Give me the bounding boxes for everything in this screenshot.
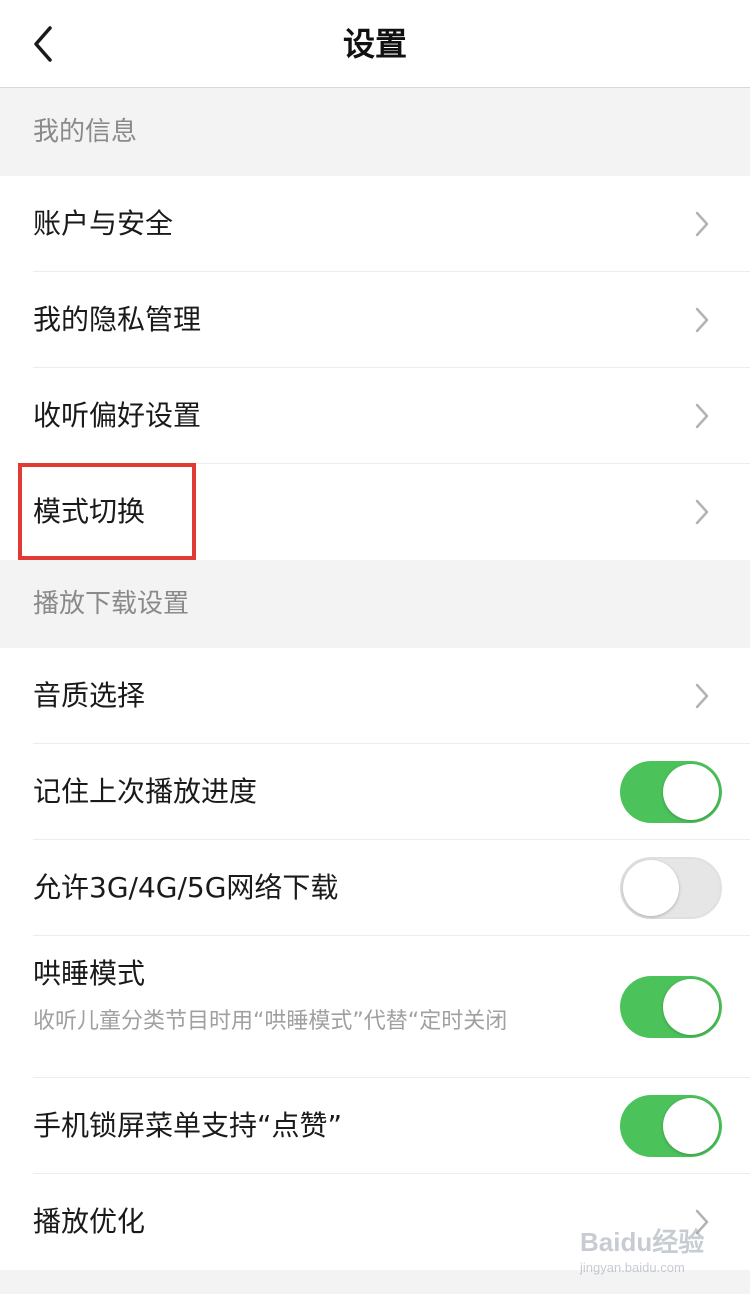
settings-item-mobile-download: 允许3G/4G/5G网络下载 bbox=[0, 840, 750, 936]
mobile-download-toggle[interactable] bbox=[620, 857, 722, 919]
settings-item-lockscreen-like: 手机锁屏菜单支持“点赞” bbox=[0, 1078, 750, 1174]
section-header-playback: 播放下载设置 bbox=[0, 560, 750, 648]
settings-item-label: 我的隐私管理 bbox=[33, 303, 202, 336]
remember-progress-toggle[interactable] bbox=[620, 761, 722, 823]
settings-item-account-security[interactable]: 账户与安全 bbox=[0, 176, 750, 272]
page-title: 设置 bbox=[342, 25, 407, 63]
settings-item-label: 音质选择 bbox=[33, 679, 146, 712]
toggle-knob bbox=[663, 764, 719, 820]
settings-item-sleep-mode: 哄睡模式 收听儿童分类节目时用“哄睡模式”代替“定时关闭 bbox=[0, 936, 750, 1078]
toggle-knob bbox=[623, 860, 679, 916]
settings-item-label: 播放优化 bbox=[33, 1205, 146, 1238]
section-header-my-info: 我的信息 bbox=[0, 88, 750, 176]
settings-item-label: 模式切换 bbox=[33, 495, 146, 528]
settings-group-playback: 音质选择 记住上次播放进度 允许3G/4G/5G网络下载 哄睡模式 收听儿童分类… bbox=[0, 648, 750, 1270]
chevron-right-icon bbox=[695, 403, 709, 429]
settings-item-label: 收听偏好设置 bbox=[33, 399, 202, 432]
nav-bar: 设置 bbox=[0, 0, 750, 88]
toggle-knob bbox=[663, 1098, 719, 1154]
settings-group-my-info: 账户与安全 我的隐私管理 收听偏好设置 模式切换 bbox=[0, 176, 750, 560]
settings-item-label: 账户与安全 bbox=[33, 207, 174, 240]
chevron-right-icon bbox=[695, 499, 709, 525]
toggle-knob bbox=[663, 979, 719, 1035]
settings-item-privacy[interactable]: 我的隐私管理 bbox=[0, 272, 750, 368]
settings-item-mode-switch[interactable]: 模式切换 bbox=[0, 464, 750, 560]
settings-item-label: 哄睡模式 bbox=[33, 957, 146, 990]
settings-item-description: 收听儿童分类节目时用“哄睡模式”代替“定时关闭 bbox=[33, 1009, 508, 1034]
chevron-right-icon bbox=[695, 211, 709, 237]
settings-item-remember-progress: 记住上次播放进度 bbox=[0, 744, 750, 840]
settings-item-label: 允许3G/4G/5G网络下载 bbox=[33, 871, 339, 904]
settings-item-playback-optimization[interactable]: 播放优化 bbox=[0, 1174, 750, 1270]
settings-item-audio-quality[interactable]: 音质选择 bbox=[0, 648, 750, 744]
chevron-right-icon bbox=[695, 307, 709, 333]
settings-item-listening-preferences[interactable]: 收听偏好设置 bbox=[0, 368, 750, 464]
sleep-mode-toggle[interactable] bbox=[620, 976, 722, 1038]
chevron-right-icon bbox=[695, 683, 709, 709]
settings-item-label: 手机锁屏菜单支持“点赞” bbox=[33, 1109, 343, 1142]
chevron-right-icon bbox=[695, 1209, 709, 1235]
settings-item-label: 记住上次播放进度 bbox=[33, 775, 258, 808]
lockscreen-like-toggle[interactable] bbox=[620, 1095, 722, 1157]
